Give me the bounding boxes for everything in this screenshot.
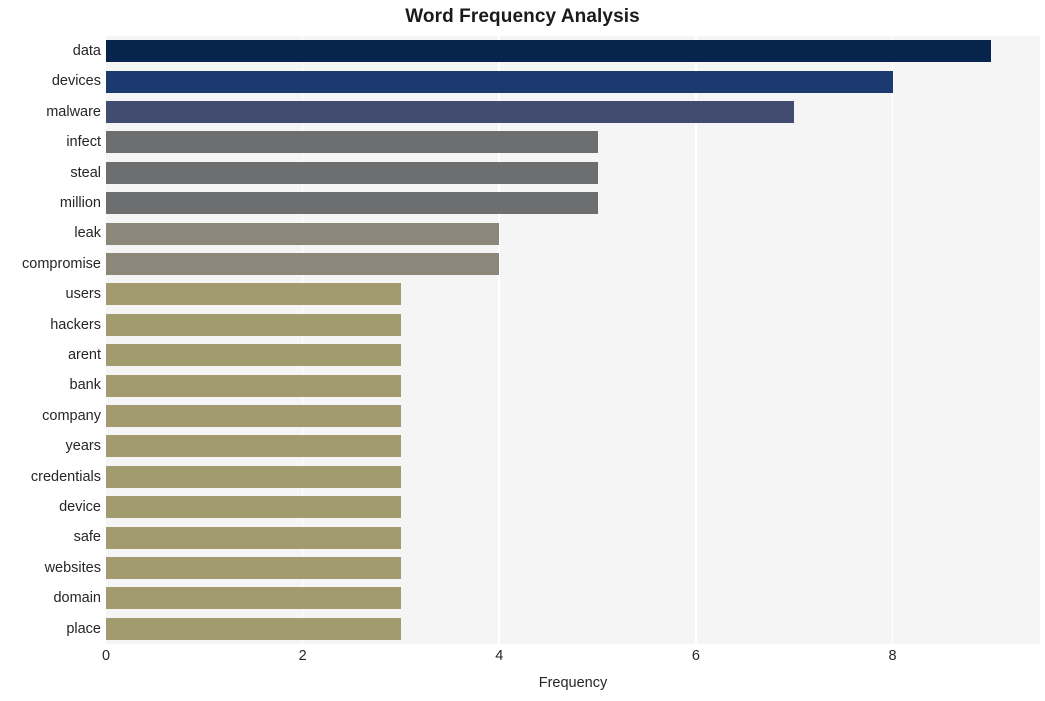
bar (106, 496, 401, 519)
bar (106, 556, 401, 579)
bar (106, 131, 598, 154)
word-frequency-chart: Word Frequency Analysis data devices malwa… (0, 0, 1045, 701)
bar-row (106, 462, 1040, 492)
bar-row (106, 127, 1040, 157)
bar (106, 587, 401, 610)
bar-row (106, 340, 1040, 370)
bar-row (106, 279, 1040, 309)
y-tick-label: million (59, 194, 101, 211)
bar-row (106, 158, 1040, 188)
bar (106, 161, 598, 184)
bar-row (106, 249, 1040, 279)
y-tick-label: data (72, 42, 101, 59)
y-tick-label: users (65, 286, 101, 303)
bar-row (106, 66, 1040, 96)
y-tick-label: devices (51, 73, 101, 90)
bar-row (106, 614, 1040, 644)
bar (106, 465, 401, 488)
bar (106, 192, 598, 215)
y-tick-label: credentials (30, 468, 101, 485)
bar (106, 617, 401, 640)
bar-row (106, 97, 1040, 127)
y-tick-label: device (59, 498, 101, 515)
bar (106, 526, 401, 549)
x-tick-label: 2 (298, 648, 307, 664)
bar (106, 374, 401, 397)
bar (106, 313, 401, 336)
y-axis-tick-labels: data devices malware infect steal million leak… (0, 36, 101, 644)
bar-row (106, 310, 1040, 340)
bar (106, 70, 893, 93)
bar-row (106, 36, 1040, 66)
y-tick-label: arent (67, 346, 101, 363)
y-tick-label: years (65, 438, 101, 455)
bar (106, 435, 401, 458)
x-tick-label: 0 (101, 648, 111, 664)
bar (106, 283, 401, 306)
bar-row (106, 370, 1040, 400)
x-tick-label: 6 (691, 648, 700, 664)
y-tick-label: malware (46, 103, 101, 120)
y-tick-label: websites (44, 559, 101, 576)
x-axis-tick-labels: 0 2 4 6 8 (0, 648, 1045, 672)
bar-row (106, 492, 1040, 522)
x-tick-label: 8 (888, 648, 897, 664)
bar (106, 100, 795, 123)
bar (106, 252, 500, 275)
bar-row (106, 522, 1040, 552)
bar (106, 404, 401, 427)
bar-row (106, 583, 1040, 613)
y-tick-label: company (42, 407, 101, 424)
plot-area (106, 36, 1040, 644)
chart-title: Word Frequency Analysis (405, 6, 640, 27)
bar (106, 344, 401, 367)
bar-row (106, 188, 1040, 218)
bar-row (106, 218, 1040, 248)
x-axis-label: Frequency (538, 675, 608, 691)
bar (106, 222, 500, 245)
bar-row (106, 401, 1040, 431)
bar-row (106, 431, 1040, 461)
y-tick-label: hackers (50, 316, 101, 333)
y-tick-label: domain (53, 590, 101, 607)
y-tick-label: place (66, 620, 101, 637)
bar (106, 40, 991, 63)
y-tick-label: leak (74, 225, 101, 242)
y-tick-label: bank (69, 377, 101, 394)
y-tick-label: compromise (22, 255, 101, 272)
y-tick-label: infect (66, 134, 101, 151)
y-tick-label: steal (70, 164, 101, 181)
y-tick-label: safe (73, 529, 101, 546)
bar-row (106, 553, 1040, 583)
x-tick-label: 4 (495, 648, 504, 664)
